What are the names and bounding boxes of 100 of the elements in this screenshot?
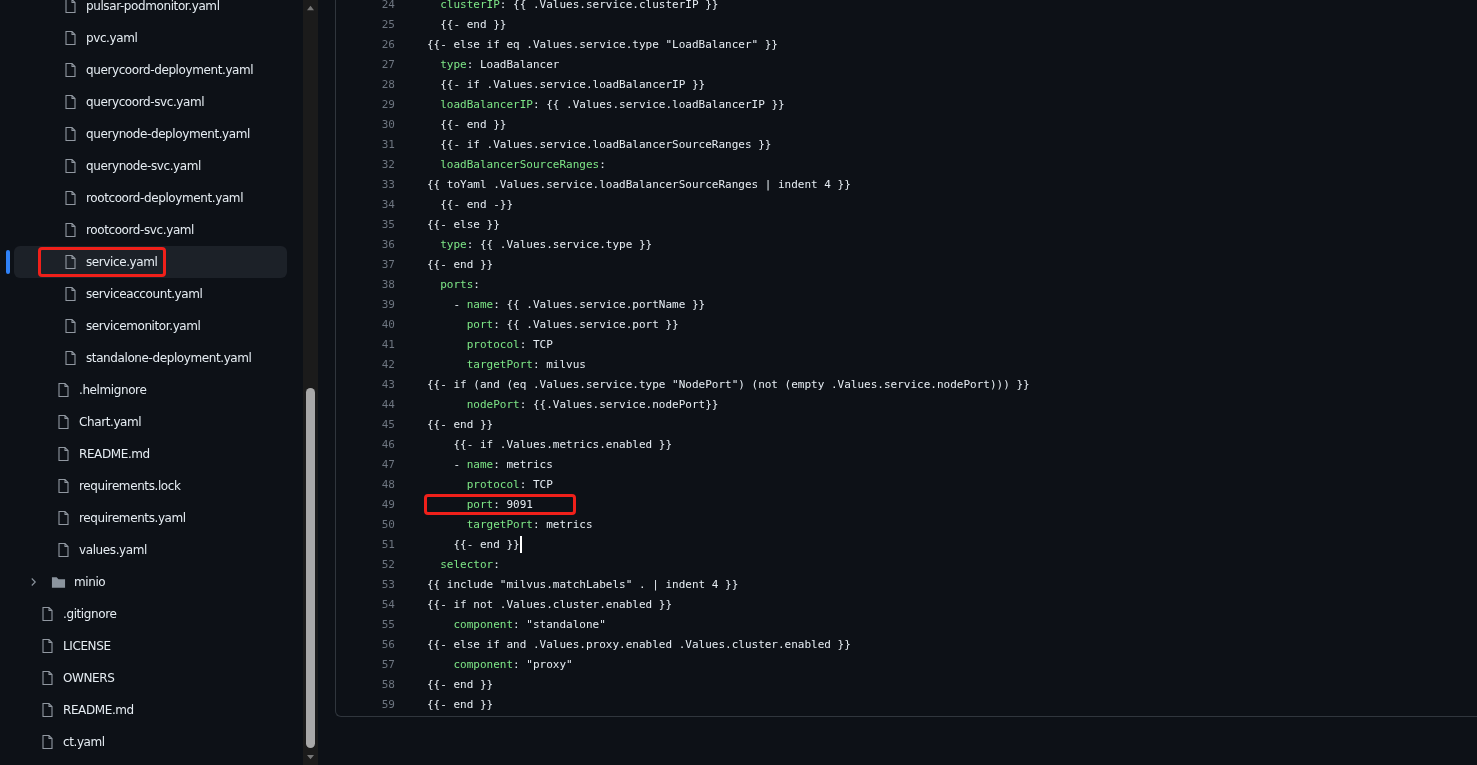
code-line: protocol: TCP bbox=[465, 476, 553, 493]
file-tree-item[interactable]: .gitignore bbox=[14, 598, 287, 630]
file-name: values.yaml bbox=[79, 543, 147, 557]
file-tree-item[interactable]: OWNERS bbox=[14, 662, 287, 694]
file-tree-item[interactable]: LICENSE bbox=[14, 630, 287, 662]
code-line: component: "proxy" bbox=[452, 656, 573, 673]
file-tree-item[interactable]: serviceaccount.yaml bbox=[14, 278, 287, 310]
file-tree-item[interactable]: querynode-svc.yaml bbox=[14, 150, 287, 182]
line-number: 43 bbox=[380, 377, 395, 391]
line-number: 39 bbox=[380, 297, 395, 311]
line-number: 35 bbox=[380, 217, 395, 231]
line-number: 34 bbox=[380, 197, 395, 211]
line-number: 56 bbox=[380, 637, 395, 651]
file-name: querynode-deployment.yaml bbox=[86, 127, 250, 141]
line-number: 38 bbox=[380, 277, 395, 291]
code-line: {{- if .Values.service.loadBalancerIP }} bbox=[439, 76, 706, 93]
code-line: nodePort: {{.Values.service.nodePort}} bbox=[465, 396, 719, 413]
file-tree-item[interactable]: servicemonitor.yaml bbox=[14, 310, 287, 342]
line-number: 54 bbox=[380, 597, 395, 611]
file-icon bbox=[56, 510, 71, 526]
file-name: .helmignore bbox=[79, 383, 147, 397]
file-tree-item[interactable]: ct.yaml bbox=[14, 726, 287, 758]
file-tree-item[interactable]: pvc.yaml bbox=[14, 22, 287, 54]
line-number: 40 bbox=[380, 317, 395, 331]
file-name: rootcoord-svc.yaml bbox=[86, 223, 195, 237]
code-line: targetPort: milvus bbox=[465, 356, 586, 373]
code-line: {{- if .Values.service.loadBalancerSourceRanges }} bbox=[439, 136, 772, 153]
file-icon bbox=[63, 222, 78, 238]
code-line: {{- end }} bbox=[427, 676, 494, 693]
file-tree-item[interactable]: service.yaml bbox=[14, 246, 287, 278]
file-tree-item[interactable]: requirements.lock bbox=[14, 470, 287, 502]
folder-icon bbox=[51, 574, 66, 590]
code-line: {{- end }} bbox=[439, 16, 507, 33]
line-number: 31 bbox=[380, 137, 395, 151]
line-number: 58 bbox=[380, 677, 395, 691]
line-number: 44 bbox=[380, 397, 395, 411]
file-tree-item[interactable]: querycoord-svc.yaml bbox=[14, 86, 287, 118]
code-line: {{ toYaml .Values.service.loadBalancerSourceRanges | indent 4 }} bbox=[427, 176, 851, 193]
line-number: 41 bbox=[380, 337, 395, 351]
line-number: 33 bbox=[380, 177, 395, 191]
code-line: targetPort: metrics bbox=[465, 516, 593, 533]
code-line: - name: metrics bbox=[452, 456, 553, 473]
scrollbar[interactable] bbox=[303, 0, 318, 765]
file-tree-item[interactable]: values.yaml bbox=[14, 534, 287, 566]
code-line: {{- if .Values.metrics.enabled }} bbox=[452, 436, 673, 453]
file-icon bbox=[63, 126, 78, 142]
file-tree-item[interactable]: requirements.yaml bbox=[14, 502, 287, 534]
code-line: {{- end }} bbox=[427, 696, 494, 713]
code-line: {{- if not .Values.cluster.enabled }} bbox=[427, 596, 673, 613]
file-tree-item[interactable]: querynode-deployment.yaml bbox=[14, 118, 287, 150]
code-line: {{- if (and (eq .Values.service.type "NodePort") (not (empty .Values.service.nodePort))) }} bbox=[427, 376, 1030, 393]
scroll-down-icon[interactable] bbox=[306, 754, 315, 761]
file-tree-item[interactable]: standalone-deployment.yaml bbox=[14, 342, 287, 374]
file-name: querycoord-svc.yaml bbox=[86, 95, 205, 109]
line-number: 45 bbox=[380, 417, 395, 431]
code-line: component: "standalone" bbox=[452, 616, 606, 633]
file-icon bbox=[63, 62, 78, 78]
file-name: README.md bbox=[79, 447, 150, 461]
file-tree-item[interactable]: minio bbox=[14, 566, 287, 598]
file-name: OWNERS bbox=[63, 671, 115, 685]
code-line: {{- else }} bbox=[427, 216, 500, 233]
code-line: loadBalancerSourceRanges: bbox=[439, 156, 606, 173]
file-name: Chart.yaml bbox=[79, 415, 142, 429]
code-line: clusterIP: {{ .Values.service.clusterIP }} bbox=[439, 0, 719, 13]
code-line: {{- end -}} bbox=[439, 196, 514, 213]
file-name: ct.yaml bbox=[63, 735, 105, 749]
scroll-up-icon[interactable] bbox=[306, 4, 315, 11]
file-name: requirements.lock bbox=[79, 479, 181, 493]
chevron-icon[interactable] bbox=[30, 577, 37, 587]
file-tree-item[interactable]: rootcoord-svc.yaml bbox=[14, 214, 287, 246]
file-tree-item[interactable]: README.md bbox=[14, 438, 287, 470]
file-tree-item[interactable]: rootcoord-deployment.yaml bbox=[14, 182, 287, 214]
file-tree-item[interactable]: README.md bbox=[14, 694, 287, 726]
line-number: 30 bbox=[380, 117, 395, 131]
file-icon bbox=[63, 0, 78, 14]
code-line: {{- else if eq .Values.service.type "LoadBalancer" }} bbox=[427, 36, 778, 53]
file-icon bbox=[63, 190, 78, 206]
code-line: ports: bbox=[439, 276, 480, 293]
file-tree-item[interactable]: pulsar-podmonitor.yaml bbox=[14, 0, 287, 22]
line-number: 50 bbox=[380, 517, 395, 531]
file-name: querycoord-deployment.yaml bbox=[86, 63, 254, 77]
file-icon bbox=[56, 542, 71, 558]
code-line: - name: {{ .Values.service.portName }} bbox=[452, 296, 706, 313]
file-icon bbox=[40, 670, 55, 686]
file-tree-item[interactable]: querycoord-deployment.yaml bbox=[14, 54, 287, 86]
file-icon bbox=[40, 638, 55, 654]
line-number: 28 bbox=[380, 77, 395, 91]
file-name: pvc.yaml bbox=[86, 31, 138, 45]
line-number: 29 bbox=[380, 97, 395, 111]
scrollbar-thumb[interactable] bbox=[306, 388, 315, 748]
file-tree-item[interactable]: .helmignore bbox=[14, 374, 287, 406]
file-name: .gitignore bbox=[63, 607, 117, 621]
file-icon bbox=[56, 478, 71, 494]
file-tree-item[interactable]: Chart.yaml bbox=[14, 406, 287, 438]
line-number: 57 bbox=[380, 657, 395, 671]
file-name: servicemonitor.yaml bbox=[86, 319, 201, 333]
code-line: type: {{ .Values.service.type }} bbox=[439, 236, 653, 253]
code-line: {{- end }} bbox=[452, 536, 520, 553]
line-number: 52 bbox=[380, 557, 395, 571]
file-name: rootcoord-deployment.yaml bbox=[86, 191, 244, 205]
